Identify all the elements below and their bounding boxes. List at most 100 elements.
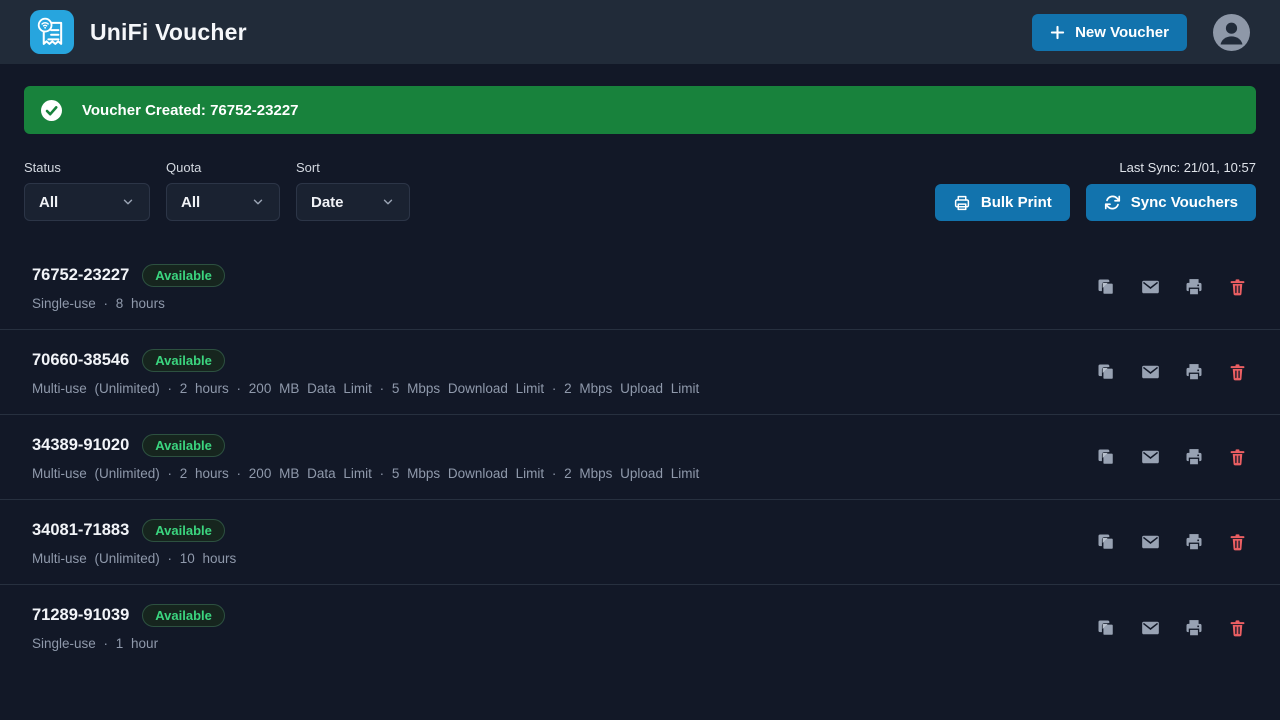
voucher-details: Multi-use (Unlimited) · 2 hours · 200 MB…: [32, 466, 699, 481]
voucher-code: 34081-71883: [32, 521, 129, 540]
delete-button[interactable]: [1228, 362, 1248, 382]
print-icon: [1184, 277, 1204, 297]
sync-area: Last Sync: 21/01, 10:57 Bulk Print Sync …: [935, 160, 1256, 221]
voucher-info: 34081-71883 Available Multi-use (Unlimit…: [32, 519, 236, 566]
email-button[interactable]: [1140, 277, 1160, 297]
voucher-details: Single-use · 1 hour: [32, 636, 225, 651]
voucher-row: 71289-91039 Available Single-use · 1 hou…: [0, 585, 1280, 670]
print-icon: [1184, 362, 1204, 382]
email-button[interactable]: [1140, 618, 1160, 638]
voucher-details: Multi-use (Unlimited) · 2 hours · 200 MB…: [32, 381, 699, 396]
page-title: UniFi Voucher: [90, 19, 247, 46]
success-banner: Voucher Created: 76752-23227: [24, 86, 1256, 134]
voucher-details: Single-use · 8 hours: [32, 296, 225, 311]
email-button[interactable]: [1140, 532, 1160, 552]
voucher-code: 34389-91020: [32, 436, 129, 455]
status-badge: Available: [142, 434, 225, 457]
print-icon: [1184, 447, 1204, 467]
delete-button[interactable]: [1228, 532, 1248, 552]
chevron-down-icon: [251, 195, 265, 209]
status-filter-value: All: [39, 194, 58, 211]
check-circle-icon: [41, 100, 62, 121]
sort-filter: Sort Date: [296, 160, 410, 221]
email-icon: [1140, 447, 1161, 467]
copy-icon: [1096, 362, 1116, 382]
trash-icon: [1228, 277, 1247, 297]
copy-icon: [1096, 532, 1116, 552]
copy-button[interactable]: [1096, 618, 1116, 638]
row-actions: [1096, 277, 1248, 297]
email-icon: [1140, 277, 1161, 297]
quota-filter-label: Quota: [166, 160, 280, 175]
bulk-print-button[interactable]: Bulk Print: [935, 184, 1070, 221]
app-logo-icon: [30, 10, 74, 54]
print-button[interactable]: [1184, 618, 1204, 638]
trash-icon: [1228, 532, 1247, 552]
voucher-info: 71289-91039 Available Single-use · 1 hou…: [32, 604, 225, 651]
sync-vouchers-button[interactable]: Sync Vouchers: [1086, 184, 1256, 221]
status-filter: Status All: [24, 160, 150, 221]
print-button[interactable]: [1184, 362, 1204, 382]
copy-icon: [1096, 618, 1116, 638]
trash-icon: [1228, 447, 1247, 467]
last-sync-text: Last Sync: 21/01, 10:57: [1119, 160, 1256, 175]
sync-icon: [1104, 194, 1121, 211]
copy-button[interactable]: [1096, 447, 1116, 467]
delete-button[interactable]: [1228, 447, 1248, 467]
status-badge: Available: [142, 349, 225, 372]
row-actions: [1096, 618, 1248, 638]
banner-message: Voucher Created: 76752-23227: [82, 102, 299, 119]
trash-icon: [1228, 618, 1247, 638]
status-filter-label: Status: [24, 160, 150, 175]
new-voucher-button[interactable]: New Voucher: [1032, 14, 1187, 51]
copy-button[interactable]: [1096, 277, 1116, 297]
filter-bar: Status All Quota All Sort Date Last Sync…: [24, 160, 1256, 221]
action-buttons: Bulk Print Sync Vouchers: [935, 184, 1256, 221]
delete-button[interactable]: [1228, 277, 1248, 297]
row-actions: [1096, 447, 1248, 467]
voucher-row: 76752-23227 Available Single-use · 8 hou…: [0, 245, 1280, 330]
voucher-info: 70660-38546 Available Multi-use (Unlimit…: [32, 349, 699, 396]
print-icon: [1184, 618, 1204, 638]
printer-icon: [953, 194, 971, 212]
user-avatar[interactable]: [1213, 14, 1250, 51]
row-actions: [1096, 362, 1248, 382]
quota-filter-select[interactable]: All: [166, 183, 280, 221]
voucher-row: 34389-91020 Available Multi-use (Unlimit…: [0, 415, 1280, 500]
row-actions: [1096, 532, 1248, 552]
delete-button[interactable]: [1228, 618, 1248, 638]
voucher-list: 76752-23227 Available Single-use · 8 hou…: [0, 245, 1280, 670]
chevron-down-icon: [381, 195, 395, 209]
status-badge: Available: [142, 264, 225, 287]
email-button[interactable]: [1140, 447, 1160, 467]
email-icon: [1140, 362, 1161, 382]
app-header: UniFi Voucher New Voucher: [0, 0, 1280, 64]
status-badge: Available: [142, 604, 225, 627]
print-button[interactable]: [1184, 532, 1204, 552]
quota-filter: Quota All: [166, 160, 280, 221]
copy-button[interactable]: [1096, 362, 1116, 382]
email-button[interactable]: [1140, 362, 1160, 382]
sort-filter-select[interactable]: Date: [296, 183, 410, 221]
voucher-row: 34081-71883 Available Multi-use (Unlimit…: [0, 500, 1280, 585]
status-filter-select[interactable]: All: [24, 183, 150, 221]
print-button[interactable]: [1184, 447, 1204, 467]
voucher-info: 34389-91020 Available Multi-use (Unlimit…: [32, 434, 699, 481]
print-button[interactable]: [1184, 277, 1204, 297]
voucher-code: 76752-23227: [32, 266, 129, 285]
chevron-down-icon: [121, 195, 135, 209]
voucher-info: 76752-23227 Available Single-use · 8 hou…: [32, 264, 225, 311]
voucher-code: 70660-38546: [32, 351, 129, 370]
voucher-details: Multi-use (Unlimited) · 10 hours: [32, 551, 236, 566]
copy-icon: [1096, 447, 1116, 467]
sort-filter-label: Sort: [296, 160, 410, 175]
quota-filter-value: All: [181, 194, 200, 211]
trash-icon: [1228, 362, 1247, 382]
bulk-print-label: Bulk Print: [981, 194, 1052, 211]
copy-button[interactable]: [1096, 532, 1116, 552]
new-voucher-label: New Voucher: [1075, 24, 1169, 41]
email-icon: [1140, 618, 1161, 638]
sort-filter-value: Date: [311, 194, 344, 211]
copy-icon: [1096, 277, 1116, 297]
status-badge: Available: [142, 519, 225, 542]
